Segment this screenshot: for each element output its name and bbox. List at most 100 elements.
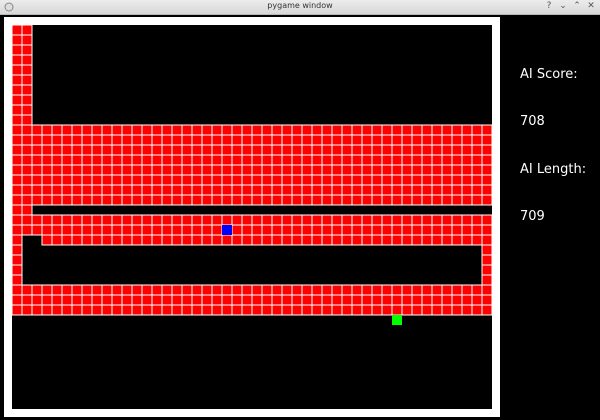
snake-body-segment [81, 284, 93, 296]
snake-body-segment [241, 124, 253, 136]
snake-body-segment [481, 234, 492, 246]
snake-body-segment [411, 174, 423, 186]
snake-body-segment [451, 184, 463, 196]
snake-body-segment [101, 224, 113, 236]
snake-body-segment [351, 184, 363, 196]
snake-body-segment [12, 264, 23, 276]
snake-body-segment [191, 164, 203, 176]
snake-body-segment [51, 184, 63, 196]
snake-body-segment [421, 224, 433, 236]
snake-body-segment [12, 94, 23, 106]
snake-body-segment [351, 164, 363, 176]
snake-body-segment [121, 224, 133, 236]
snake-body-segment [91, 184, 103, 196]
snake-body-segment [101, 174, 113, 186]
close-icon[interactable]: ✕ [586, 1, 596, 11]
snake-body-segment [261, 284, 273, 296]
snake-body-segment [421, 294, 433, 306]
snake-body-segment [21, 124, 33, 136]
snake-body-segment [481, 224, 492, 236]
snake-body-segment [421, 134, 433, 146]
snake-body-segment [111, 124, 123, 136]
snake-body-segment [331, 164, 343, 176]
snake-body-segment [301, 234, 313, 246]
snake-body-segment [341, 174, 353, 186]
snake-body-segment [101, 144, 113, 156]
snake-body-segment [391, 154, 403, 166]
snake-body-segment [61, 154, 73, 166]
snake-body-segment [41, 144, 53, 156]
snake-body-segment [361, 134, 373, 146]
snake-body-segment [101, 134, 113, 146]
snake-body-segment [181, 194, 193, 206]
snake-body-segment [251, 234, 263, 246]
snake-body-segment [31, 164, 43, 176]
snake-body-segment [401, 154, 413, 166]
snake-body-segment [441, 184, 453, 196]
snake-body-segment [471, 164, 483, 176]
snake-body-segment [311, 214, 323, 226]
maximize-icon[interactable]: ⌃ [572, 1, 582, 11]
snake-body-segment [31, 214, 43, 226]
snake-body-segment [171, 134, 183, 146]
snake-body-segment [271, 164, 283, 176]
snake-body-segment [251, 304, 263, 316]
snake-body-segment [351, 304, 363, 316]
snake-body-segment [341, 284, 353, 296]
snake-body-segment [291, 284, 303, 296]
snake-body-segment [141, 164, 153, 176]
ai-length-label: AI Length: [520, 162, 587, 177]
snake-body-segment [231, 174, 243, 186]
snake-body-segment [471, 224, 483, 236]
snake-body-segment [321, 174, 333, 186]
snake-body-segment [481, 174, 492, 186]
title-bar[interactable]: pygame window ? ⌄ ⌃ ✕ [0, 0, 600, 15]
snake-body-segment [331, 304, 343, 316]
snake-body-segment [131, 184, 143, 196]
snake-body-segment [311, 144, 323, 156]
snake-body-segment [21, 134, 33, 146]
snake-body-segment [241, 284, 253, 296]
snake-body-segment [371, 174, 383, 186]
snake-head [222, 225, 232, 235]
snake-body-segment [231, 164, 243, 176]
snake-body-segment [12, 54, 23, 66]
snake-body-segment [121, 304, 133, 316]
snake-body-segment [381, 154, 393, 166]
snake-body-segment [231, 214, 243, 226]
snake-body-segment [261, 234, 273, 246]
snake-body-segment [231, 304, 243, 316]
snake-body-segment [221, 284, 233, 296]
snake-body-segment [131, 154, 143, 166]
minimize-icon[interactable]: ⌄ [558, 1, 568, 11]
snake-body-segment [401, 224, 413, 236]
snake-body-segment [21, 304, 33, 316]
snake-body-segment [12, 294, 23, 306]
snake-body-segment [261, 124, 273, 136]
snake-body-segment [41, 174, 53, 186]
help-icon[interactable]: ? [544, 1, 554, 11]
snake-body-segment [61, 294, 73, 306]
snake-body-segment [301, 284, 313, 296]
snake-body-segment [421, 164, 433, 176]
snake-body-segment [61, 284, 73, 296]
snake-body-segment [311, 174, 323, 186]
snake-body-segment [141, 294, 153, 306]
snake-body-segment [231, 154, 243, 166]
snake-body-segment [441, 194, 453, 206]
snake-body-segment [21, 164, 33, 176]
snake-body-segment [71, 194, 83, 206]
snake-body-segment [61, 124, 73, 136]
snake-body-segment [381, 304, 393, 316]
snake-body-segment [381, 214, 393, 226]
snake-body-segment [291, 224, 303, 236]
snake-body-segment [391, 174, 403, 186]
snake-body-segment [331, 224, 343, 236]
snake-body-segment [231, 224, 243, 236]
snake-body-segment [401, 124, 413, 136]
snake-body-segment [271, 234, 283, 246]
snake-body-segment [401, 234, 413, 246]
snake-body-segment [81, 174, 93, 186]
snake-body-segment [71, 304, 83, 316]
snake-body-segment [421, 154, 433, 166]
